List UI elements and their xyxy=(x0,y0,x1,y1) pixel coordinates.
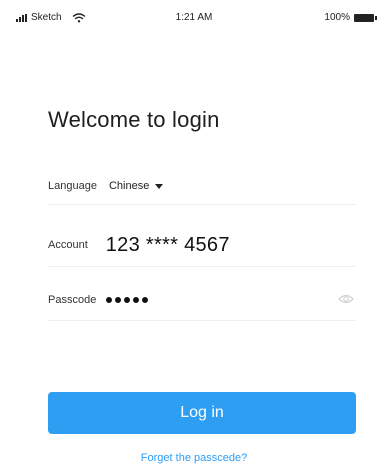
battery-percent: 100% xyxy=(324,12,350,23)
account-row: Account 123 **** 4567 xyxy=(48,224,356,267)
passcode-dot xyxy=(115,297,122,303)
status-bar: Sketch 1:21 AM 100% xyxy=(0,0,388,34)
language-label: Language xyxy=(48,180,97,192)
account-label: Account xyxy=(48,239,88,251)
passcode-label: Passcode xyxy=(48,294,97,306)
status-right: 100% xyxy=(324,12,377,23)
passcode-dot xyxy=(106,297,113,303)
language-value: Chinese xyxy=(108,180,150,192)
login-button[interactable]: Log in xyxy=(48,392,356,434)
language-row: Language Chinese xyxy=(48,168,356,205)
page-title: Welcome to login xyxy=(48,107,220,132)
battery-icon xyxy=(354,13,377,22)
passcode-dot xyxy=(124,297,131,303)
eye-icon[interactable] xyxy=(338,293,354,305)
language-select[interactable]: Chinese xyxy=(108,180,164,192)
forgot-passcode-link[interactable]: Forget the passcede? xyxy=(0,452,388,464)
caret-down-icon xyxy=(155,184,164,189)
account-input[interactable]: 123 **** 4567 xyxy=(106,234,230,257)
passcode-dot xyxy=(142,297,149,303)
passcode-input[interactable] xyxy=(106,297,149,303)
passcode-dot xyxy=(133,297,140,303)
passcode-row: Passcode xyxy=(48,280,356,321)
